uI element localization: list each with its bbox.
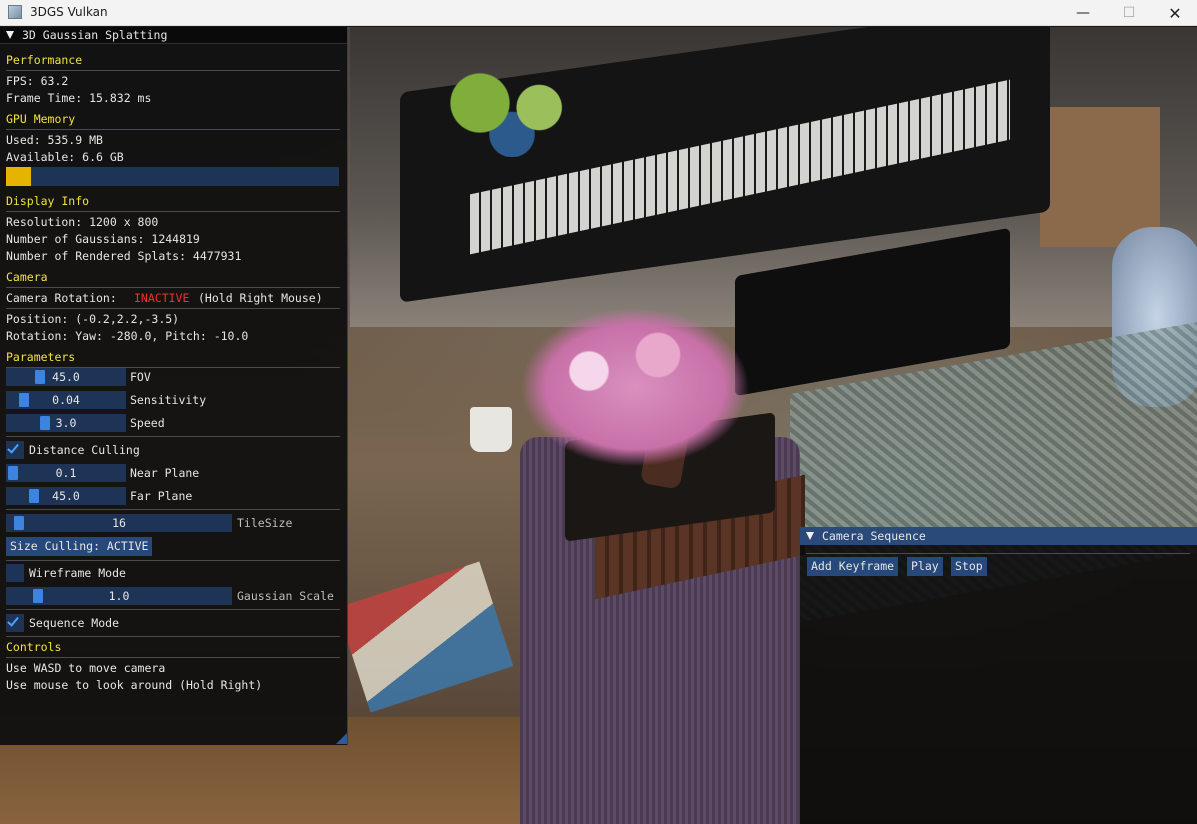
add-keyframe-button[interactable]: Add Keyframe [807, 557, 899, 576]
camera-header: Camera [6, 270, 48, 284]
resize-grip-icon[interactable] [336, 733, 347, 744]
near-plane-label: Near Plane [130, 466, 200, 480]
fps-text: FPS: 63.2 [6, 74, 69, 88]
frame-time-text: Frame Time: 15.832 ms [6, 91, 152, 105]
wireframe-checkbox[interactable] [6, 564, 24, 582]
separator [6, 308, 340, 309]
close-button[interactable]: ✕ [1152, 0, 1197, 26]
far-plane-value: 45.0 [52, 489, 80, 503]
memory-usage-bar [6, 167, 339, 186]
wireframe-label: Wireframe Mode [29, 566, 126, 580]
display-info-header: Display Info [6, 194, 90, 208]
camera-rotation-text: Rotation: Yaw: -280.0, Pitch: -10.0 [6, 329, 249, 343]
minimize-button[interactable]: — [1060, 0, 1106, 26]
performance-header: Performance [6, 53, 83, 67]
parameters-header: Parameters [6, 350, 76, 364]
maximize-button[interactable]: ☐ [1106, 0, 1152, 26]
separator [6, 287, 340, 288]
panel-title: 3D Gaussian Splatting [22, 28, 168, 42]
resolution-text: Resolution: 1200 x 800 [6, 215, 159, 229]
far-plane-label: Far Plane [130, 489, 193, 503]
tile-size-value: 16 [112, 516, 126, 530]
sequence-title-bar[interactable]: Camera Sequence [800, 527, 1197, 545]
panel-title-bar[interactable]: 3D Gaussian Splatting [0, 27, 347, 44]
near-plane-value: 0.1 [55, 466, 77, 480]
gaussian-scale-slider[interactable]: 1.0 [6, 587, 232, 605]
minimize-icon: — [1076, 5, 1090, 21]
separator [6, 129, 340, 130]
controls-header: Controls [6, 640, 62, 654]
distance-culling-checkbox[interactable] [6, 441, 24, 459]
tile-size-slider[interactable]: 16 [6, 514, 232, 532]
gaussian-scale-label: Gaussian Scale [237, 589, 334, 603]
stop-button[interactable]: Stop [951, 557, 987, 576]
far-plane-slider[interactable]: 45.0 [6, 487, 126, 505]
near-plane-slider[interactable]: 0.1 [6, 464, 126, 482]
memory-usage-fill [6, 167, 31, 186]
fov-slider[interactable]: 45.0 [6, 368, 126, 386]
collapse-arrow-icon[interactable] [6, 31, 14, 39]
scene-box [1040, 107, 1160, 247]
gpu-memory-header: GPU Memory [6, 112, 76, 126]
sensitivity-slider[interactable]: 0.04 [6, 391, 126, 409]
speed-slider[interactable]: 3.0 [6, 414, 126, 432]
fov-label: FOV [130, 370, 151, 384]
separator [6, 560, 340, 561]
scene-toys [440, 67, 600, 157]
camera-rotation-hint: (Hold Right Mouse) [198, 291, 323, 305]
camera-rotation-state: INACTIVE [134, 291, 190, 305]
speed-value: 3.0 [55, 416, 77, 430]
speed-label: Speed [130, 416, 165, 430]
app-icon [8, 5, 22, 19]
distance-culling-label: Distance Culling [29, 443, 140, 457]
close-icon: ✕ [1168, 3, 1182, 23]
memory-available-text: Available: 6.6 GB [6, 150, 124, 164]
camera-sequence-window[interactable]: Camera Sequence Add Keyframe Play Stop [799, 527, 1197, 824]
separator [6, 436, 340, 437]
fov-value: 45.0 [52, 370, 80, 384]
separator [806, 553, 1190, 554]
scene-bonsai-blossom [520, 307, 750, 467]
separator [6, 657, 340, 658]
window-title-bar[interactable]: 3DGS Vulkan — ☐ ✕ [0, 0, 1197, 26]
size-culling-button[interactable]: Size Culling: ACTIVE [6, 537, 153, 556]
sensitivity-label: Sensitivity [130, 393, 207, 407]
controls-line-2: Use mouse to look around (Hold Right) [6, 678, 263, 692]
scene-cup [470, 407, 512, 452]
separator [6, 211, 340, 212]
sequence-title: Camera Sequence [822, 529, 926, 543]
sequence-mode-checkbox[interactable] [6, 614, 24, 632]
gaussian-splatting-panel[interactable]: 3D Gaussian Splatting Performance FPS: 6… [0, 27, 348, 745]
separator [6, 509, 340, 510]
separator [6, 609, 340, 610]
gaussians-count-text: Number of Gaussians: 1244819 [6, 232, 200, 246]
separator [6, 70, 340, 71]
check-icon [7, 441, 19, 454]
camera-rotation-label: Camera Rotation: [6, 291, 117, 305]
scene-papers [336, 561, 514, 713]
rendered-splats-text: Number of Rendered Splats: 4477931 [6, 249, 242, 263]
tile-size-label: TileSize [237, 516, 293, 530]
sensitivity-value: 0.04 [52, 393, 80, 407]
gaussian-scale-value: 1.0 [108, 589, 130, 603]
collapse-arrow-icon[interactable] [806, 532, 814, 540]
sequence-mode-label: Sequence Mode [29, 616, 120, 630]
controls-line-1: Use WASD to move camera [6, 661, 166, 675]
camera-position-text: Position: (-0.2,2.2,-3.5) [6, 312, 180, 326]
separator [6, 636, 340, 637]
play-button[interactable]: Play [907, 557, 943, 576]
window-title: 3DGS Vulkan [30, 5, 108, 19]
memory-used-text: Used: 535.9 MB [6, 133, 103, 147]
maximize-icon: ☐ [1122, 5, 1136, 21]
check-icon [7, 614, 19, 627]
